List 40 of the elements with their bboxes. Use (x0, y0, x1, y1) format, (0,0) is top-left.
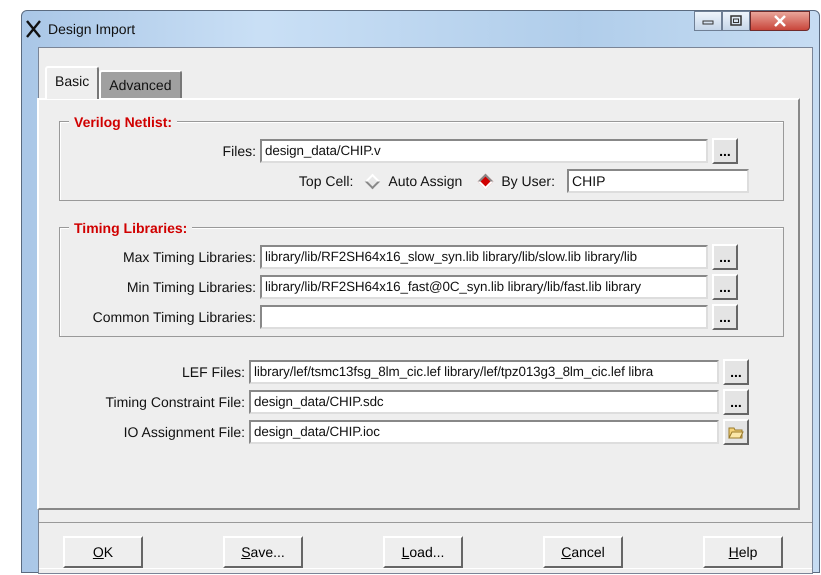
input-field[interactable]: CHIP (567, 169, 749, 193)
input-field[interactable]: library/lib/RF2SH64x16_slow_syn.lib library/lib/slow.lib library/lib (260, 245, 708, 269)
minimize-button[interactable] (694, 11, 722, 31)
field-label: Common Timing Libraries: (92, 308, 256, 327)
dialog-button[interactable]: Help (703, 536, 783, 568)
browse-button[interactable]: ... (712, 244, 738, 270)
input-field[interactable] (260, 305, 708, 329)
dialog-button[interactable]: Cancel (543, 536, 623, 568)
tab[interactable]: Basic (45, 66, 100, 99)
browse-button[interactable]: ... (712, 138, 738, 164)
dialog-button[interactable]: Save... (223, 536, 303, 568)
browse-button[interactable]: ... (723, 389, 749, 415)
field-label: Min Timing Libraries: (126, 278, 256, 297)
dialog-button[interactable]: OK (63, 536, 143, 568)
window-title: Design Import (48, 20, 136, 39)
field-label: Files: (222, 142, 256, 160)
browse-button[interactable]: ... (723, 359, 749, 385)
input-field[interactable]: design_data/CHIP.sdc (249, 390, 719, 414)
dialog-button[interactable]: Load... (383, 536, 463, 568)
maximize-icon (730, 15, 742, 27)
input-field[interactable]: library/lef/tsmc13fsg_8lm_cic.lef library/lef/tpz013g3_8lm_cic.lef libra (249, 360, 719, 384)
field-label: Top Cell: (298, 172, 354, 191)
field-label: IO Assignment File: (122, 422, 245, 442)
input-field[interactable]: library/lib/RF2SH64x16_fast@0C_syn.lib library/lib/fast.lib library (260, 275, 708, 299)
field-label: Timing Constraint File: (104, 392, 245, 412)
radio-label: Auto Assign (388, 172, 462, 191)
app-logo-icon (26, 20, 42, 38)
close-icon (773, 15, 787, 27)
browse-button[interactable]: ... (712, 304, 738, 330)
radio-label: By User: (501, 172, 555, 191)
maximize-button[interactable] (722, 11, 750, 31)
field-label: Max Timing Libraries: (122, 248, 256, 267)
input-field[interactable]: design_data/CHIP.v (260, 139, 708, 163)
tab[interactable]: Advanced (99, 70, 182, 98)
folder-button[interactable] (723, 419, 749, 445)
folder-icon (728, 426, 744, 438)
close-button[interactable] (750, 11, 810, 31)
input-field[interactable]: design_data/CHIP.ioc (249, 420, 719, 444)
field-label: LEF Files: (180, 362, 245, 382)
browse-button[interactable]: ... (712, 274, 738, 300)
